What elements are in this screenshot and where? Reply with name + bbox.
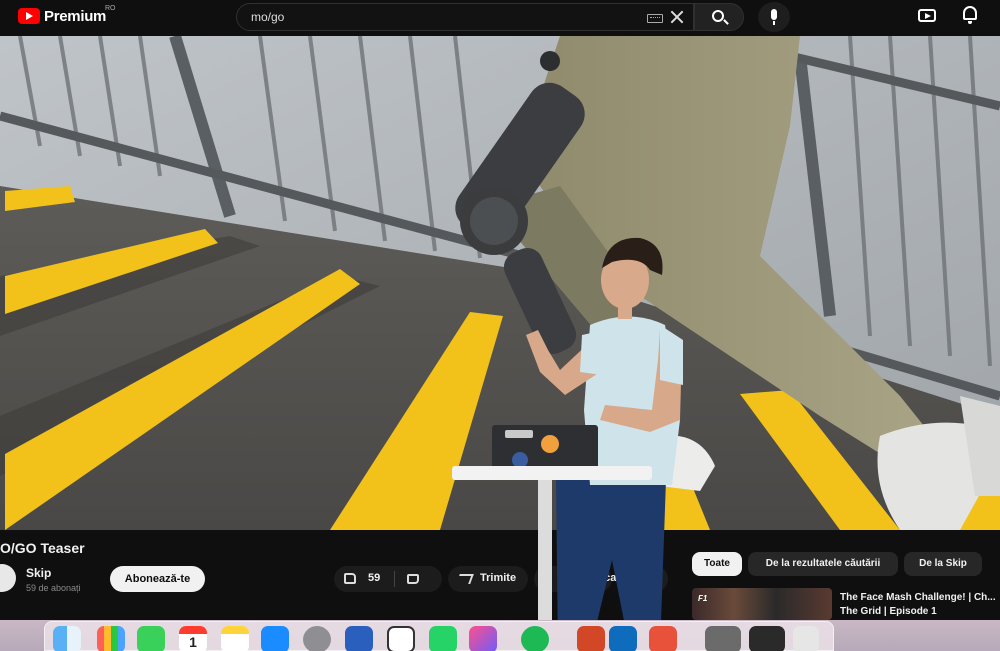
share-icon [456, 574, 474, 584]
chip-all[interactable]: Toate [692, 552, 742, 576]
video-info-panel: O/GO Teaser Skip 59 de abonați Abonează-… [0, 530, 1000, 620]
voice-search-button[interactable] [758, 2, 790, 32]
office-icon[interactable] [649, 626, 677, 651]
chip-from-search[interactable]: De la rezultatele căutării [748, 552, 898, 576]
chatgpt-icon[interactable] [387, 626, 415, 651]
thumbs-down-icon[interactable] [407, 574, 419, 584]
calendar-header [179, 626, 207, 634]
youtube-logo-icon[interactable] [18, 8, 40, 24]
video-frame [0, 36, 1000, 530]
spotify-icon[interactable] [521, 626, 549, 651]
subscriber-count: 59 de abonați [26, 583, 81, 593]
divider [394, 571, 395, 587]
notes-icon[interactable] [221, 626, 249, 651]
share-label: Trimite [480, 572, 517, 584]
f1-logo: F1 [698, 594, 708, 603]
video-title: O/GO Teaser [0, 540, 85, 556]
chip-from-channel[interactable]: De la Skip [904, 552, 982, 576]
channel-name[interactable]: Skip [26, 566, 51, 580]
terminal-icon[interactable] [749, 626, 785, 651]
more-actions-button[interactable]: ⋯ [642, 566, 668, 592]
search-input[interactable]: mo/go [236, 3, 694, 31]
clear-search-icon[interactable] [669, 9, 685, 25]
download-label: Descarcă [584, 572, 633, 584]
subscribe-button[interactable]: Abonează-te [110, 566, 205, 592]
thumbs-up-icon[interactable] [344, 573, 356, 584]
app-store-icon[interactable] [261, 626, 289, 651]
like-count[interactable]: 59 [368, 572, 380, 584]
video-player[interactable] [0, 36, 1000, 530]
launchpad-icon[interactable] [97, 626, 125, 651]
system-settings-icon[interactable] [303, 626, 331, 651]
brand-name[interactable]: Premium [44, 8, 106, 25]
keyboard-icon[interactable] [647, 14, 663, 23]
powerpoint-icon[interactable] [577, 626, 605, 651]
download-button[interactable]: Descarcă [534, 566, 633, 592]
messages-icon[interactable] [137, 626, 165, 651]
recommended-title[interactable]: The Face Mash Challenge! | Ch... [840, 592, 996, 603]
like-dislike-group: 59 [334, 566, 442, 592]
search-query[interactable]: mo/go [251, 10, 284, 24]
search-icon [712, 10, 724, 22]
finder-icon[interactable] [53, 626, 81, 651]
word-icon[interactable] [345, 626, 373, 651]
calendar-icon[interactable]: 1 [179, 626, 207, 651]
country-code: RO [105, 5, 116, 12]
calendar-day: 1 [189, 634, 197, 650]
recommended-thumbnail[interactable]: F1 [692, 588, 832, 620]
whatsapp-icon[interactable] [429, 626, 457, 651]
outlook-icon[interactable] [609, 626, 637, 651]
create-video-icon[interactable] [918, 9, 936, 22]
top-bar: Premium RO mo/go [0, 0, 1000, 34]
trash-icon[interactable] [793, 626, 819, 651]
notifications-bell-icon[interactable] [963, 6, 977, 24]
channel-avatar[interactable] [0, 564, 16, 592]
shortcuts-icon[interactable] [469, 626, 497, 651]
share-button[interactable]: Trimite [448, 566, 528, 592]
recommended-subtitle: The Grid | Episode 1 [840, 606, 937, 617]
preview-icon[interactable] [705, 626, 741, 651]
search-button[interactable] [694, 3, 744, 31]
microphone-icon [771, 9, 777, 25]
dock: 1 [44, 621, 834, 651]
